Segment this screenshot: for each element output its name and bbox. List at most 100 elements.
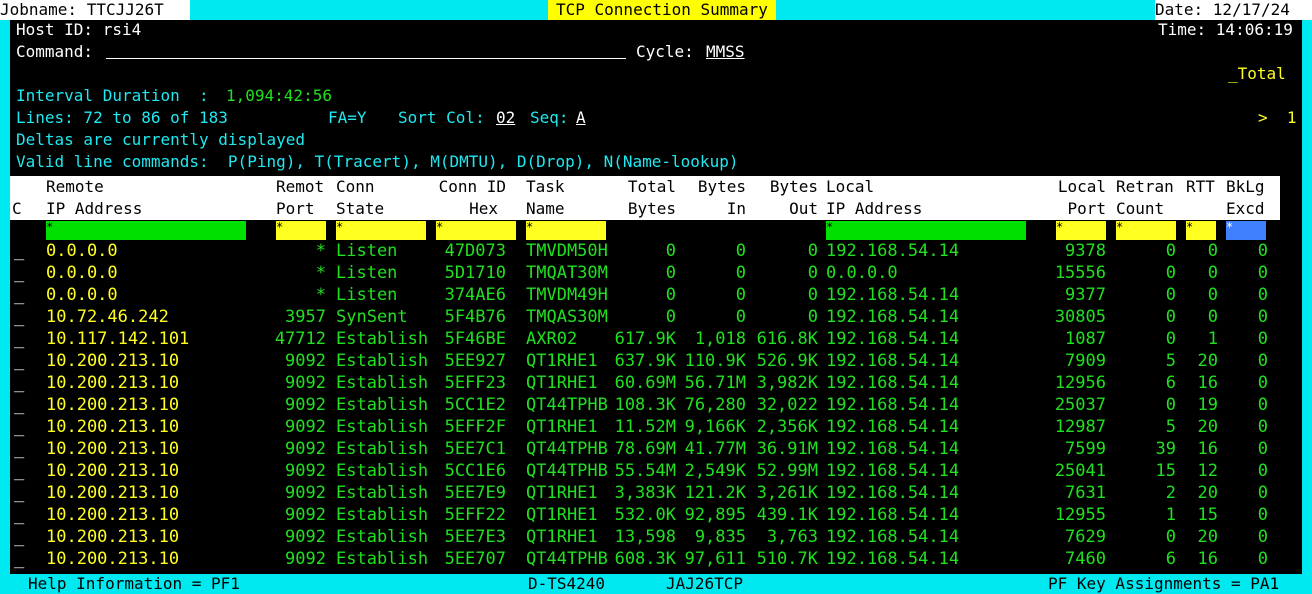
cell-total-bytes: 55.54M: [614, 461, 676, 481]
table-row[interactable]: _ 10.200.213.10 9092 Establish 5EE7C1 QT44TPH…: [10, 438, 1302, 460]
row-select-field[interactable]: _: [14, 350, 24, 372]
cell-remote-port: *: [315, 241, 326, 261]
pf-key-assignments[interactable]: PF Key Assignments = PA1: [1048, 574, 1279, 594]
row-select-field[interactable]: _: [14, 504, 24, 526]
cell-local-ip: 192.168.54.14: [826, 483, 960, 503]
cell-local-ip: 192.168.54.14: [826, 373, 960, 393]
filter-rtt[interactable]: *: [1186, 221, 1216, 240]
help-info[interactable]: Help Information = PF1: [28, 574, 240, 594]
col-bklg-2[interactable]: Excd: [1226, 198, 1265, 220]
total-toggle[interactable]: _Total: [1228, 64, 1286, 84]
table-row[interactable]: _ 10.200.213.10 9092 Establish 5EE7E3 QT1RHE1…: [10, 526, 1302, 548]
col-retran-1[interactable]: Retran: [1116, 176, 1174, 198]
col-local-ip-2[interactable]: IP Address: [826, 198, 922, 220]
table-row[interactable]: _ 10.117.142.101 47712 Establish 5F46BE AXR02…: [10, 328, 1302, 350]
sort-col-field[interactable]: 02: [496, 108, 515, 128]
table-row[interactable]: _ 0.0.0.0 * Listen 5D1710 TMQAT30M 0 0 0 0.0.0.0 1…: [10, 262, 1302, 284]
col-conn-state-1[interactable]: Conn: [336, 176, 375, 198]
cell-conn-state: Listen: [336, 263, 398, 283]
cell-local-ip: 192.168.54.14: [826, 285, 960, 305]
filter-local-ip[interactable]: *: [826, 221, 1026, 240]
col-task-2[interactable]: Name: [526, 198, 565, 220]
cell-total-bytes: 78.69M: [614, 439, 676, 459]
col-conn-id-2[interactable]: Hex: [436, 198, 498, 220]
row-select-field[interactable]: _: [14, 328, 24, 350]
col-total-bytes-1[interactable]: Total: [616, 176, 676, 198]
col-bklg-1[interactable]: BkLg: [1226, 176, 1265, 198]
command-label: Command:: [16, 42, 94, 61]
col-remote-port-2[interactable]: Port: [276, 198, 315, 220]
row-select-field[interactable]: _: [14, 372, 24, 394]
filter-local-port[interactable]: *: [1056, 221, 1106, 240]
row-select-field[interactable]: _: [14, 306, 24, 328]
cell-remote-ip: 10.200.213.10: [46, 417, 180, 437]
row-select-field[interactable]: _: [14, 240, 24, 262]
seq-field[interactable]: A: [576, 108, 586, 128]
column-header: C Remote IP Address Remot Port Conn Stat…: [10, 176, 1280, 220]
filter-bklg[interactable]: *: [1226, 221, 1266, 240]
col-remote-port-1[interactable]: Remot: [276, 176, 324, 198]
filter-remote-port[interactable]: *: [276, 221, 326, 240]
table-row[interactable]: _ 10.200.213.10 9092 Establish 5CC1E2 QT44TPH…: [10, 394, 1302, 416]
col-remote-ip-2[interactable]: IP Address: [46, 198, 142, 220]
cell-bytes-out: 439.1K: [756, 505, 818, 525]
cell-remote-ip: 10.200.213.10: [46, 549, 180, 569]
table-row[interactable]: _ 10.200.213.10 9092 Establish 5EE7E9 QT1RHE1…: [10, 482, 1302, 504]
cell-total-bytes: 108.3K: [614, 395, 676, 415]
table-row[interactable]: _ 10.72.46.242 3957 SynSent 5F4B76 TMQAS30M 0 0…: [10, 306, 1302, 328]
cell-bklg: 0: [1257, 505, 1268, 525]
filter-conn-state[interactable]: *: [336, 221, 426, 240]
table-row[interactable]: _ 10.200.213.10 9092 Establish 5EFF22 QT1RHE1…: [10, 504, 1302, 526]
cell-task-name: QT1RHE1: [526, 505, 598, 525]
row-select-field[interactable]: _: [14, 460, 24, 482]
table-row[interactable]: _ 10.200.213.10 9092 Establish 5EFF2F QT1RHE1…: [10, 416, 1302, 438]
row-select-field[interactable]: _: [14, 526, 24, 548]
col-bytes-in-2[interactable]: In: [686, 198, 746, 220]
cell-remote-ip: 10.200.213.10: [46, 483, 180, 503]
filter-task[interactable]: *: [526, 221, 606, 240]
row-select-field[interactable]: _: [14, 394, 24, 416]
cell-local-port: 7909: [1065, 351, 1106, 371]
cell-bklg: 0: [1257, 417, 1268, 437]
col-local-ip-1[interactable]: Local: [826, 176, 874, 198]
command-input[interactable]: [106, 42, 626, 59]
col-conn-id-1[interactable]: Conn ID: [436, 176, 506, 198]
scroll-indicator[interactable]: > 1: [1258, 108, 1297, 128]
filter-conn-id[interactable]: *: [436, 221, 516, 240]
cell-local-port: 9378: [1065, 241, 1106, 261]
row-select-field[interactable]: _: [14, 548, 24, 570]
col-local-port-1[interactable]: Local: [1046, 176, 1106, 198]
col-rtt[interactable]: RTT: [1186, 176, 1215, 198]
col-bytes-out-2[interactable]: Out: [756, 198, 818, 220]
filter-remote-ip[interactable]: *: [46, 221, 246, 240]
col-remote-ip-1[interactable]: Remote: [46, 176, 104, 198]
row-select-field[interactable]: _: [14, 482, 24, 504]
cell-task-name: QT1RHE1: [526, 527, 598, 547]
col-total-bytes-2[interactable]: Bytes: [616, 198, 676, 220]
cell-retran: 0: [1165, 395, 1176, 415]
col-retran-2[interactable]: Count: [1116, 198, 1164, 220]
cell-remote-ip: 10.200.213.10: [46, 461, 180, 481]
row-select-field[interactable]: _: [14, 262, 24, 284]
col-local-port-2[interactable]: Port: [1046, 198, 1106, 220]
cell-retran: 0: [1165, 329, 1176, 349]
table-row[interactable]: _ 10.200.213.10 9092 Establish 5EE707 QT44TPH…: [10, 548, 1302, 570]
col-bytes-out-1[interactable]: Bytes: [756, 176, 818, 198]
table-row[interactable]: _ 10.200.213.10 9092 Establish 5EFF23 QT1RHE1…: [10, 372, 1302, 394]
cell-bytes-in: 121.2K: [684, 483, 746, 503]
table-row[interactable]: _ 0.0.0.0 * Listen 47D073 TMVDM50H 0 0 0 192.168.…: [10, 240, 1302, 262]
filter-retran[interactable]: *: [1116, 221, 1176, 240]
cycle-field[interactable]: MMSS: [706, 42, 745, 62]
col-bytes-in-1[interactable]: Bytes: [686, 176, 746, 198]
row-select-field[interactable]: _: [14, 284, 24, 306]
cell-total-bytes: 637.9K: [614, 351, 676, 371]
table-row[interactable]: _ 10.200.213.10 9092 Establish 5EE927 QT1RHE1…: [10, 350, 1302, 372]
table-row[interactable]: _ 10.200.213.10 9092 Establish 5CC1E6 QT44TPH…: [10, 460, 1302, 482]
row-select-field[interactable]: _: [14, 416, 24, 438]
row-select-field[interactable]: _: [14, 438, 24, 460]
col-task-1[interactable]: Task: [526, 176, 565, 198]
table-row[interactable]: _ 0.0.0.0 * Listen 374AE6 TMVDM49H 0 0 0 192.168.…: [10, 284, 1302, 306]
cell-conn-state: Establish: [336, 395, 429, 415]
cell-bytes-out: 510.7K: [756, 549, 818, 569]
col-conn-state-2[interactable]: State: [336, 198, 384, 220]
